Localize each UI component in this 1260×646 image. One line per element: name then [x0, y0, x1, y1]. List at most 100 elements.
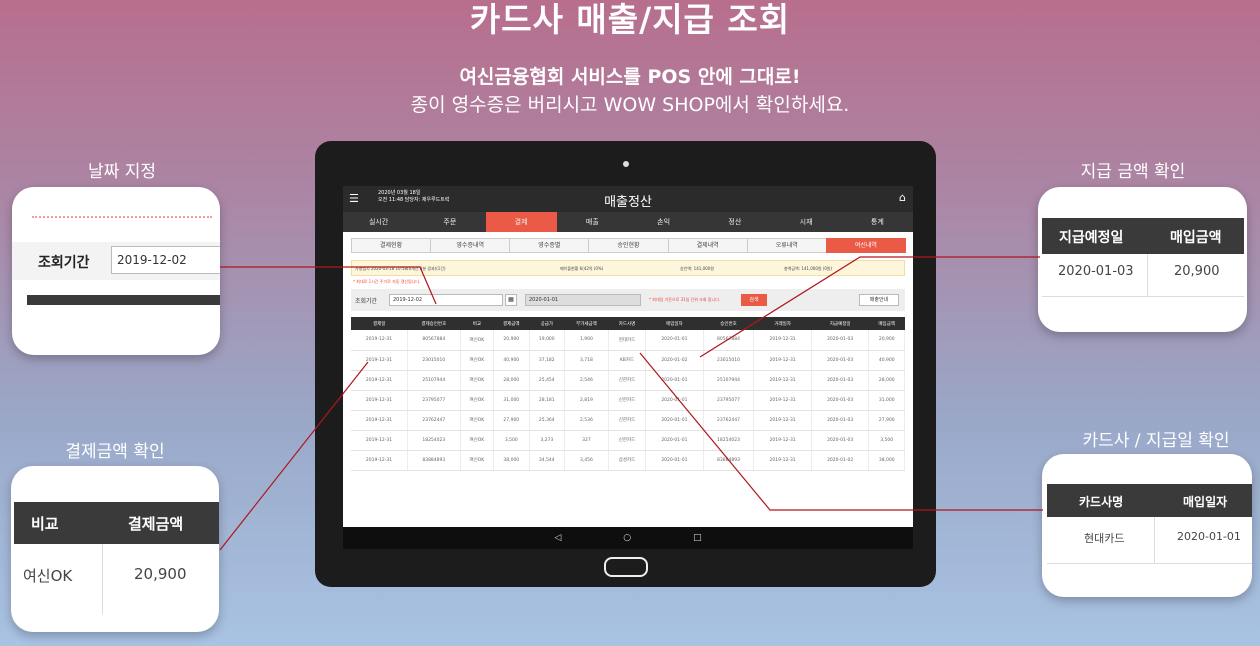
table-cell: 여신OK	[460, 390, 495, 411]
sub-tab-5[interactable]: 오류내역	[746, 238, 827, 253]
tablet-device: ☰ 2020년 03월 18일 오전 11:48 담당자: 제우루드트럭 매출정…	[315, 141, 936, 587]
table-cell: 83884893	[703, 450, 755, 471]
table-cell: 삼성카드	[608, 450, 647, 471]
table-cell: 23762447	[407, 410, 461, 431]
date-input[interactable]: 2019-12-02	[111, 246, 220, 274]
table-cell: 2019-12-31	[753, 450, 812, 471]
table-cell: 2020-01-03	[811, 350, 870, 371]
end-date-input[interactable]: 2020-01-01	[525, 294, 641, 306]
table-row[interactable]: 2019-12-31 23795077 여신OK 31,000 28,181 2,819 신…	[351, 390, 905, 411]
table-cell: 2019-12-31	[351, 410, 408, 431]
table-cell: 1,900	[564, 330, 609, 351]
table-cell: 2019-12-31	[753, 410, 812, 431]
callout-date-label: 날짜 지정	[88, 162, 156, 182]
table-cell: 83884893	[407, 450, 461, 471]
table-cell: 3,500	[868, 430, 905, 451]
sub-tab-0[interactable]: 결제현황	[351, 238, 432, 253]
table-cell: 2020-01-03	[811, 370, 870, 391]
main-tab-3[interactable]: 매출	[557, 212, 628, 232]
sub-tab-3[interactable]: 승인현황	[588, 238, 669, 253]
issuer-header: 카드사명 매입일자	[1047, 484, 1252, 517]
column-divider	[102, 544, 103, 614]
back-icon[interactable]: ◁	[554, 527, 561, 549]
table-cell: 신한카드	[608, 370, 647, 391]
tablet-home-button[interactable]	[604, 557, 648, 577]
filter-hint: * 최대일 기준으로 31일 단위 조회 합니다.	[649, 297, 721, 302]
row-divider	[1042, 296, 1244, 297]
main-tab-2[interactable]: 결제	[485, 212, 557, 232]
issuer-zoom-card: 카드사명 매입일자 현대카드 2020-01-01	[1042, 454, 1252, 597]
screen-title: 매출정산	[604, 195, 652, 210]
table-row[interactable]: 2019-12-31 23762447 여신OK 27,900 25,364 2,536 신…	[351, 410, 905, 431]
table-cell: 80567884	[703, 330, 755, 351]
table-row[interactable]: 2019-12-31 80567884 여신OK 20,900 19,000 1,900 현…	[351, 330, 905, 351]
table-cell: 2020-01-01	[645, 330, 704, 351]
date-row: 조회기간 2019-12-02	[12, 242, 220, 280]
table-cell: 2019-12-31	[351, 390, 408, 411]
table-cell: 2019-12-31	[351, 350, 408, 371]
column-header: 공급가	[529, 317, 565, 330]
table-cell: 현대카드	[608, 330, 647, 351]
table-cell: 80567884	[407, 330, 461, 351]
sub-tab-1[interactable]: 영수증내역	[430, 238, 511, 253]
amount-value: 20,900	[134, 565, 187, 583]
main-tab-6[interactable]: 시재	[771, 212, 842, 232]
table-cell: 2020-01-02	[645, 350, 704, 371]
table-row[interactable]: 2019-12-31 18254023 여신OK 3,500 3,273 327 신한카드 2…	[351, 430, 905, 451]
compare-value: 여신OK	[23, 567, 73, 585]
table-cell: 38,000	[493, 450, 530, 471]
sub-tab-4[interactable]: 결제내역	[667, 238, 748, 253]
sub-tab-6[interactable]: 여신내역	[825, 238, 906, 253]
table-cell: 28,000	[493, 370, 530, 391]
table-cell: 2020-01-01	[645, 370, 704, 391]
nav-home-icon[interactable]: ○	[623, 527, 631, 549]
table-cell: 2019-12-31	[351, 370, 408, 391]
main-tab-4[interactable]: 손익	[628, 212, 699, 232]
purchase-date-value: 2020-01-01	[1177, 530, 1241, 543]
table-row[interactable]: 2019-12-31 23015010 여신OK 40,900 37,182 3,718 K…	[351, 350, 905, 371]
table-row[interactable]: 2019-12-31 25107944 여신OK 28,000 25,454 2,546 신…	[351, 370, 905, 391]
date-label: 조회기간	[38, 255, 90, 271]
table-cell: 2019-12-31	[351, 430, 408, 451]
column-header: 지급예정일	[811, 317, 869, 330]
main-tab-7[interactable]: 통계	[842, 212, 913, 232]
table-cell: 2020-01-01	[645, 450, 704, 471]
table-cell: 2019-12-31	[753, 430, 812, 451]
column-header: 승인번호	[703, 317, 754, 330]
column-header: 카드사명	[608, 317, 646, 330]
table-cell: 23795077	[703, 390, 755, 411]
table-cell: 2019-12-31	[753, 350, 812, 371]
column-header: 부가세금액	[564, 317, 609, 330]
main-tab-bar: 실시간 주문 결제 매출 손익 정산 시재 통계	[343, 212, 913, 232]
table-cell: 34,544	[529, 450, 566, 471]
table-cell: 20,900	[868, 330, 905, 351]
search-button[interactable]: 검색	[741, 294, 767, 306]
table-cell: 2020-01-03	[811, 410, 870, 431]
notice-bar: 가맹점시 2020-03-18 10:58(0개건 3분 경과)(1건) 메이플…	[351, 260, 905, 276]
payout-header: 지급예정일 매입금액	[1042, 218, 1244, 254]
sub-tab-2[interactable]: 영수증별	[509, 238, 590, 253]
calendar-icon[interactable]: ▦	[505, 294, 517, 306]
table-cell: 신한카드	[608, 430, 647, 451]
start-date-input[interactable]: 2019-12-02	[389, 294, 503, 306]
sales-guide-button[interactable]: 매출안내	[859, 294, 899, 306]
row-divider	[1047, 563, 1252, 564]
column-header: 거래일자	[753, 317, 812, 330]
table-cell: 28,000	[868, 370, 905, 391]
payout-date-value: 2020-01-03	[1058, 264, 1134, 279]
main-tab-5[interactable]: 정산	[699, 212, 770, 232]
table-cell: 2019-12-31	[351, 330, 408, 351]
main-tab-1[interactable]: 주문	[414, 212, 485, 232]
table-cell: 3,718	[564, 350, 609, 371]
sub-tab-bar: 결제현황 영수증내역 영수증별 승인현황 결제내역 오류내역 여신내역	[351, 238, 906, 253]
home-icon[interactable]: ⌂	[899, 191, 906, 204]
main-tab-0[interactable]: 실시간	[343, 212, 414, 232]
table-row[interactable]: 2019-12-31 83884893 여신OK 38,000 34,544 3,456 삼…	[351, 450, 905, 471]
issuer-value: 현대카드	[1084, 532, 1125, 545]
table-cell: 18254023	[407, 430, 461, 451]
table-cell: 27,900	[868, 410, 905, 431]
table-cell: 19,000	[529, 330, 566, 351]
recent-apps-icon[interactable]: □	[693, 527, 702, 549]
page-title: 카드사 매출/지급 조회	[469, 0, 791, 39]
table-cell: 31,000	[868, 390, 905, 411]
